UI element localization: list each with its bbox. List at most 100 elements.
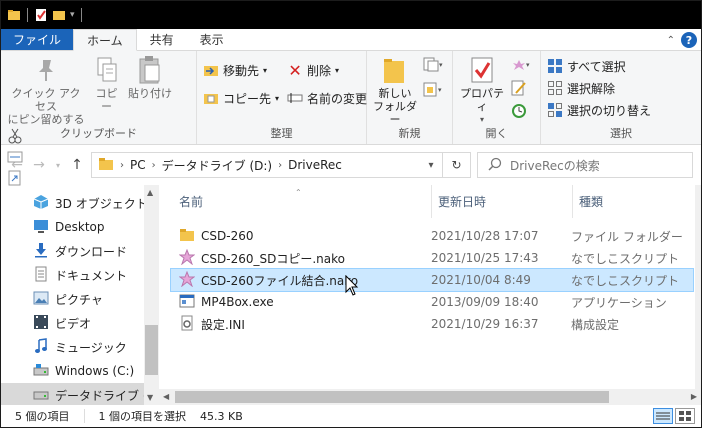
column-header-date[interactable]: 更新日時 [431, 185, 572, 218]
search-icon [488, 157, 502, 174]
ini-icon [179, 315, 195, 334]
scroll-left-icon[interactable]: ◀ [163, 392, 169, 401]
select-none-button[interactable]: 選択解除 [547, 77, 695, 99]
delete-x-icon: ✕ [288, 60, 302, 80]
collapse-ribbon-icon[interactable]: ⌃ [667, 35, 675, 46]
tab-file[interactable]: ファイル [1, 29, 74, 50]
file-type: なでしこスクリプト [571, 251, 680, 266]
file-name: MP4Box.exe [201, 295, 274, 309]
refresh-icon[interactable]: ↻ [442, 153, 470, 177]
scroll-right-icon[interactable]: ▶ [691, 392, 697, 401]
move-to-button[interactable]: 移動先 ▾ [203, 59, 279, 81]
vertical-scrollbar[interactable] [695, 185, 701, 389]
drive-icon [33, 386, 49, 405]
copy-button[interactable]: コピー [91, 55, 123, 113]
details-view-icon[interactable] [653, 408, 673, 424]
chevron-down-icon[interactable]: ▾ [70, 10, 75, 20]
table-row[interactable]: MP4Box.exe 2013/09/09 18:40 アプリケーション [171, 291, 693, 313]
selected-count: 1 個の項目を選択 [98, 410, 187, 423]
column-header-name[interactable]: ⌃ 名前 [159, 185, 431, 218]
nav-item-downloads[interactable]: ダウンロード [1, 239, 159, 263]
nako-icon [178, 270, 196, 290]
divider [83, 409, 85, 423]
open-with-icon[interactable]: ▾ [511, 57, 531, 76]
file-date: 2021/10/28 17:07 [431, 229, 539, 243]
table-row[interactable]: 設定.INI 2021/10/29 16:37 構成設定 [171, 313, 693, 335]
breadcrumb-pc[interactable]: PC [130, 158, 146, 172]
breadcrumb-chevron-icon[interactable]: › [120, 160, 124, 171]
new-folder-button[interactable]: 新しい フォルダー [373, 55, 417, 126]
nav-pane-scroll-thumb[interactable] [145, 325, 158, 375]
invert-selection-button[interactable]: 選択の切り替え [547, 99, 695, 121]
up-arrow-icon[interactable]: ↑ [69, 157, 85, 173]
select-all-button[interactable]: すべて選択 [547, 55, 695, 77]
mouse-cursor-icon [345, 275, 359, 296]
nav-item-videos[interactable]: ビデオ [1, 311, 159, 335]
search-box[interactable]: DriveRecの検索 [477, 152, 693, 178]
address-dropdown-icon[interactable]: ▾ [420, 160, 442, 171]
file-type: なでしこスクリプト [571, 273, 680, 288]
open-group-label: 開く [485, 127, 508, 140]
history-icon[interactable] [511, 103, 531, 122]
edit-icon[interactable] [511, 80, 531, 99]
properties-button[interactable]: プロパティ ▾ [459, 55, 505, 126]
copy-to-button[interactable]: コピー先 ▾ [203, 87, 279, 109]
new-group: 新しい フォルダー ▾ ▾ 新規 [367, 51, 453, 144]
address-bar[interactable]: › PC › データドライブ (D:) › DriveRec ▾ ↻ [91, 152, 471, 178]
paste-button[interactable]: 貼り付け [128, 55, 172, 100]
nav-item-3d-objects[interactable]: 3D オブジェクト [1, 191, 159, 215]
item-count: 5 個の項目 [15, 410, 70, 423]
folder-icon [98, 157, 114, 174]
tab-share[interactable]: 共有 [137, 29, 187, 50]
file-date: 2013/09/09 18:40 [431, 295, 539, 309]
pin-quick-access-button[interactable]: クイック アクセス にピン留めする [7, 55, 85, 126]
tab-view[interactable]: 表示 [187, 29, 237, 50]
large-icons-view-icon[interactable] [675, 408, 695, 424]
table-row[interactable]: CSD-260 2021/10/28 17:07 ファイル フォルダー [171, 225, 693, 247]
rename-button[interactable]: 名前の変更 [287, 87, 367, 109]
nav-item-documents[interactable]: ドキュメント [1, 263, 159, 287]
nav-item-windows-c[interactable]: Windows (C:) [1, 359, 159, 383]
pin-icon [39, 60, 53, 81]
scroll-down-icon[interactable]: ▼ [147, 393, 153, 402]
new-folder-icon [384, 59, 404, 83]
breadcrumb-chevron-icon[interactable]: › [152, 160, 156, 171]
folder-icon [179, 228, 195, 245]
paste-icon [139, 56, 160, 84]
column-header-type[interactable]: 種類 [572, 185, 701, 218]
recent-locations-icon[interactable]: ▾ [53, 161, 63, 170]
new-item-icon[interactable]: ▾ [423, 57, 443, 76]
svg-text:▾: ▾ [438, 86, 442, 94]
copy-path-icon[interactable] [7, 150, 23, 167]
tab-home[interactable]: ホーム [73, 29, 137, 51]
horizontal-scrollbar[interactable]: ◀ ▶ [159, 389, 701, 405]
new-folder-icon[interactable] [52, 8, 66, 22]
video-icon [33, 314, 49, 333]
easy-access-icon[interactable]: ▾ [423, 82, 443, 101]
table-row[interactable]: CSD-260_SDコピー.nako 2021/10/25 17:43 なでしこ… [171, 247, 693, 269]
navigation-bar: ← → ▾ ↑ › PC › データドライブ (D:) › DriveRec ▾… [1, 145, 701, 185]
table-row[interactable]: CSD-260ファイル結合.nako 2021/10/04 8:49 なでしこス… [170, 268, 694, 292]
file-date: 2021/10/25 17:43 [431, 251, 539, 265]
folder-icon[interactable] [7, 8, 21, 22]
nav-item-desktop[interactable]: Desktop [1, 215, 159, 239]
help-icon[interactable]: ? [681, 32, 697, 48]
properties-check-icon[interactable] [34, 8, 48, 22]
clipboard-group-label: クリップボード [60, 127, 137, 140]
sort-arrow-icon: ⌃ [295, 188, 302, 197]
nav-pane-scrollbar[interactable]: ▲ ▼ [144, 185, 159, 405]
organize-group: 移動先 ▾ コピー先 ▾ ✕ 削除 ▾ 名前の変更 整理 [197, 51, 367, 144]
breadcrumb-drive[interactable]: データドライブ (D:) [162, 157, 272, 174]
forward-arrow-icon[interactable]: → [31, 157, 47, 173]
breadcrumb-chevron-icon[interactable]: › [278, 160, 282, 171]
file-name: CSD-260_SDコピー.nako [201, 251, 345, 266]
column-header: ⌃ 名前 更新日時 種類 [159, 185, 701, 219]
select-group: すべて選択 選択解除 選択の切り替え 選択 [541, 51, 701, 144]
scroll-up-icon[interactable]: ▲ [147, 188, 153, 197]
breadcrumb-folder[interactable]: DriveRec [288, 158, 342, 172]
nav-item-pictures[interactable]: ピクチャ [1, 287, 159, 311]
nav-item-music[interactable]: ミュージック [1, 335, 159, 359]
horizontal-scroll-thumb[interactable] [175, 391, 609, 403]
nav-item-data-drive-d[interactable]: データドライブ (D:) [1, 383, 159, 405]
delete-button[interactable]: ✕ 削除 ▾ [287, 59, 367, 81]
